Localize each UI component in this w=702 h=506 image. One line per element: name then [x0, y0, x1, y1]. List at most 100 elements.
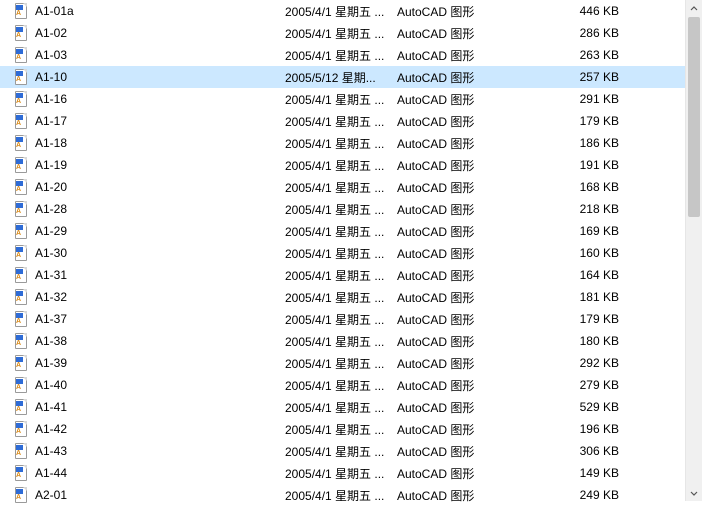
file-row[interactable]: AA1-162005/4/1 星期五 ...AutoCAD 图形291 KB	[0, 88, 702, 110]
file-type: AutoCAD 图形	[397, 333, 537, 350]
file-icon-cell: A	[13, 69, 33, 85]
file-name: A1-29	[33, 224, 285, 238]
file-type: AutoCAD 图形	[397, 91, 537, 108]
file-size: 249 KB	[537, 488, 629, 502]
file-size: 186 KB	[537, 136, 629, 150]
file-name: A1-10	[33, 70, 285, 84]
file-date: 2005/4/1 星期五 ...	[285, 179, 397, 196]
file-type: AutoCAD 图形	[397, 69, 537, 86]
dwg-file-icon: A	[13, 399, 29, 415]
file-list[interactable]: AA1-01a2005/4/1 星期五 ...AutoCAD 图形446 KBA…	[0, 0, 702, 506]
file-size: 218 KB	[537, 202, 629, 216]
file-row[interactable]: AA1-032005/4/1 星期五 ...AutoCAD 图形263 KB	[0, 44, 702, 66]
file-type: AutoCAD 图形	[397, 377, 537, 394]
file-icon-cell: A	[13, 443, 33, 459]
file-type: AutoCAD 图形	[397, 3, 537, 20]
file-icon-cell: A	[13, 91, 33, 107]
file-size: 168 KB	[537, 180, 629, 194]
file-row[interactable]: AA1-442005/4/1 星期五 ...AutoCAD 图形149 KB	[0, 462, 702, 484]
file-date: 2005/4/1 星期五 ...	[285, 223, 397, 240]
file-row[interactable]: AA1-392005/4/1 星期五 ...AutoCAD 图形292 KB	[0, 352, 702, 374]
file-date: 2005/4/1 星期五 ...	[285, 25, 397, 42]
file-row[interactable]: AA1-422005/4/1 星期五 ...AutoCAD 图形196 KB	[0, 418, 702, 440]
file-row[interactable]: AA1-302005/4/1 星期五 ...AutoCAD 图形160 KB	[0, 242, 702, 264]
dwg-file-icon: A	[13, 267, 29, 283]
vertical-scrollbar[interactable]	[685, 0, 702, 501]
file-icon-cell: A	[13, 333, 33, 349]
scroll-track[interactable]	[686, 17, 702, 484]
file-row[interactable]: AA1-322005/4/1 星期五 ...AutoCAD 图形181 KB	[0, 286, 702, 308]
file-name: A1-03	[33, 48, 285, 62]
file-row[interactable]: AA1-432005/4/1 星期五 ...AutoCAD 图形306 KB	[0, 440, 702, 462]
file-name: A1-40	[33, 378, 285, 392]
file-date: 2005/4/1 星期五 ...	[285, 399, 397, 416]
file-icon-cell: A	[13, 157, 33, 173]
file-icon-cell: A	[13, 289, 33, 305]
dwg-file-icon: A	[13, 333, 29, 349]
file-icon-cell: A	[13, 267, 33, 283]
file-row[interactable]: AA1-372005/4/1 星期五 ...AutoCAD 图形179 KB	[0, 308, 702, 330]
file-size: 181 KB	[537, 290, 629, 304]
scroll-thumb[interactable]	[688, 17, 700, 217]
file-row[interactable]: AA1-402005/4/1 星期五 ...AutoCAD 图形279 KB	[0, 374, 702, 396]
file-date: 2005/4/1 星期五 ...	[285, 377, 397, 394]
file-row[interactable]: AA1-102005/5/12 星期...AutoCAD 图形257 KB	[0, 66, 702, 88]
file-name: A1-28	[33, 202, 285, 216]
file-date: 2005/4/1 星期五 ...	[285, 201, 397, 218]
file-row[interactable]: AA1-192005/4/1 星期五 ...AutoCAD 图形191 KB	[0, 154, 702, 176]
file-size: 169 KB	[537, 224, 629, 238]
file-name: A1-19	[33, 158, 285, 172]
file-icon-cell: A	[13, 3, 33, 19]
file-type: AutoCAD 图形	[397, 311, 537, 328]
file-icon-cell: A	[13, 25, 33, 41]
file-row[interactable]: AA1-022005/4/1 星期五 ...AutoCAD 图形286 KB	[0, 22, 702, 44]
file-size: 306 KB	[537, 444, 629, 458]
file-name: A1-16	[33, 92, 285, 106]
file-size: 179 KB	[537, 114, 629, 128]
dwg-file-icon: A	[13, 179, 29, 195]
file-size: 179 KB	[537, 312, 629, 326]
file-row[interactable]: AA2-012005/4/1 星期五 ...AutoCAD 图形249 KB	[0, 484, 702, 506]
file-size: 292 KB	[537, 356, 629, 370]
file-name: A1-39	[33, 356, 285, 370]
file-date: 2005/4/1 星期五 ...	[285, 421, 397, 438]
chevron-down-icon	[690, 489, 698, 497]
file-name: A1-43	[33, 444, 285, 458]
file-type: AutoCAD 图形	[397, 355, 537, 372]
file-row[interactable]: AA1-412005/4/1 星期五 ...AutoCAD 图形529 KB	[0, 396, 702, 418]
file-size: 180 KB	[537, 334, 629, 348]
dwg-file-icon: A	[13, 443, 29, 459]
file-icon-cell: A	[13, 421, 33, 437]
file-row[interactable]: AA1-312005/4/1 星期五 ...AutoCAD 图形164 KB	[0, 264, 702, 286]
file-date: 2005/4/1 星期五 ...	[285, 113, 397, 130]
file-type: AutoCAD 图形	[397, 267, 537, 284]
file-icon-cell: A	[13, 245, 33, 261]
file-date: 2005/4/1 星期五 ...	[285, 289, 397, 306]
file-row[interactable]: AA1-182005/4/1 星期五 ...AutoCAD 图形186 KB	[0, 132, 702, 154]
file-row[interactable]: AA1-01a2005/4/1 星期五 ...AutoCAD 图形446 KB	[0, 0, 702, 22]
file-type: AutoCAD 图形	[397, 113, 537, 130]
file-size: 529 KB	[537, 400, 629, 414]
file-date: 2005/4/1 星期五 ...	[285, 91, 397, 108]
file-type: AutoCAD 图形	[397, 47, 537, 64]
file-row[interactable]: AA1-172005/4/1 星期五 ...AutoCAD 图形179 KB	[0, 110, 702, 132]
file-name: A1-02	[33, 26, 285, 40]
file-date: 2005/5/12 星期...	[285, 69, 397, 86]
file-icon-cell: A	[13, 223, 33, 239]
file-name: A1-32	[33, 290, 285, 304]
file-row[interactable]: AA1-382005/4/1 星期五 ...AutoCAD 图形180 KB	[0, 330, 702, 352]
file-type: AutoCAD 图形	[397, 157, 537, 174]
file-row[interactable]: AA1-202005/4/1 星期五 ...AutoCAD 图形168 KB	[0, 176, 702, 198]
scroll-down-button[interactable]	[686, 484, 702, 501]
file-size: 263 KB	[537, 48, 629, 62]
dwg-file-icon: A	[13, 465, 29, 481]
file-icon-cell: A	[13, 135, 33, 151]
file-row[interactable]: AA1-282005/4/1 星期五 ...AutoCAD 图形218 KB	[0, 198, 702, 220]
file-type: AutoCAD 图形	[397, 25, 537, 42]
file-row[interactable]: AA1-292005/4/1 星期五 ...AutoCAD 图形169 KB	[0, 220, 702, 242]
scroll-up-button[interactable]	[686, 0, 702, 17]
file-type: AutoCAD 图形	[397, 399, 537, 416]
file-name: A1-44	[33, 466, 285, 480]
chevron-up-icon	[690, 5, 698, 13]
file-size: 160 KB	[537, 246, 629, 260]
